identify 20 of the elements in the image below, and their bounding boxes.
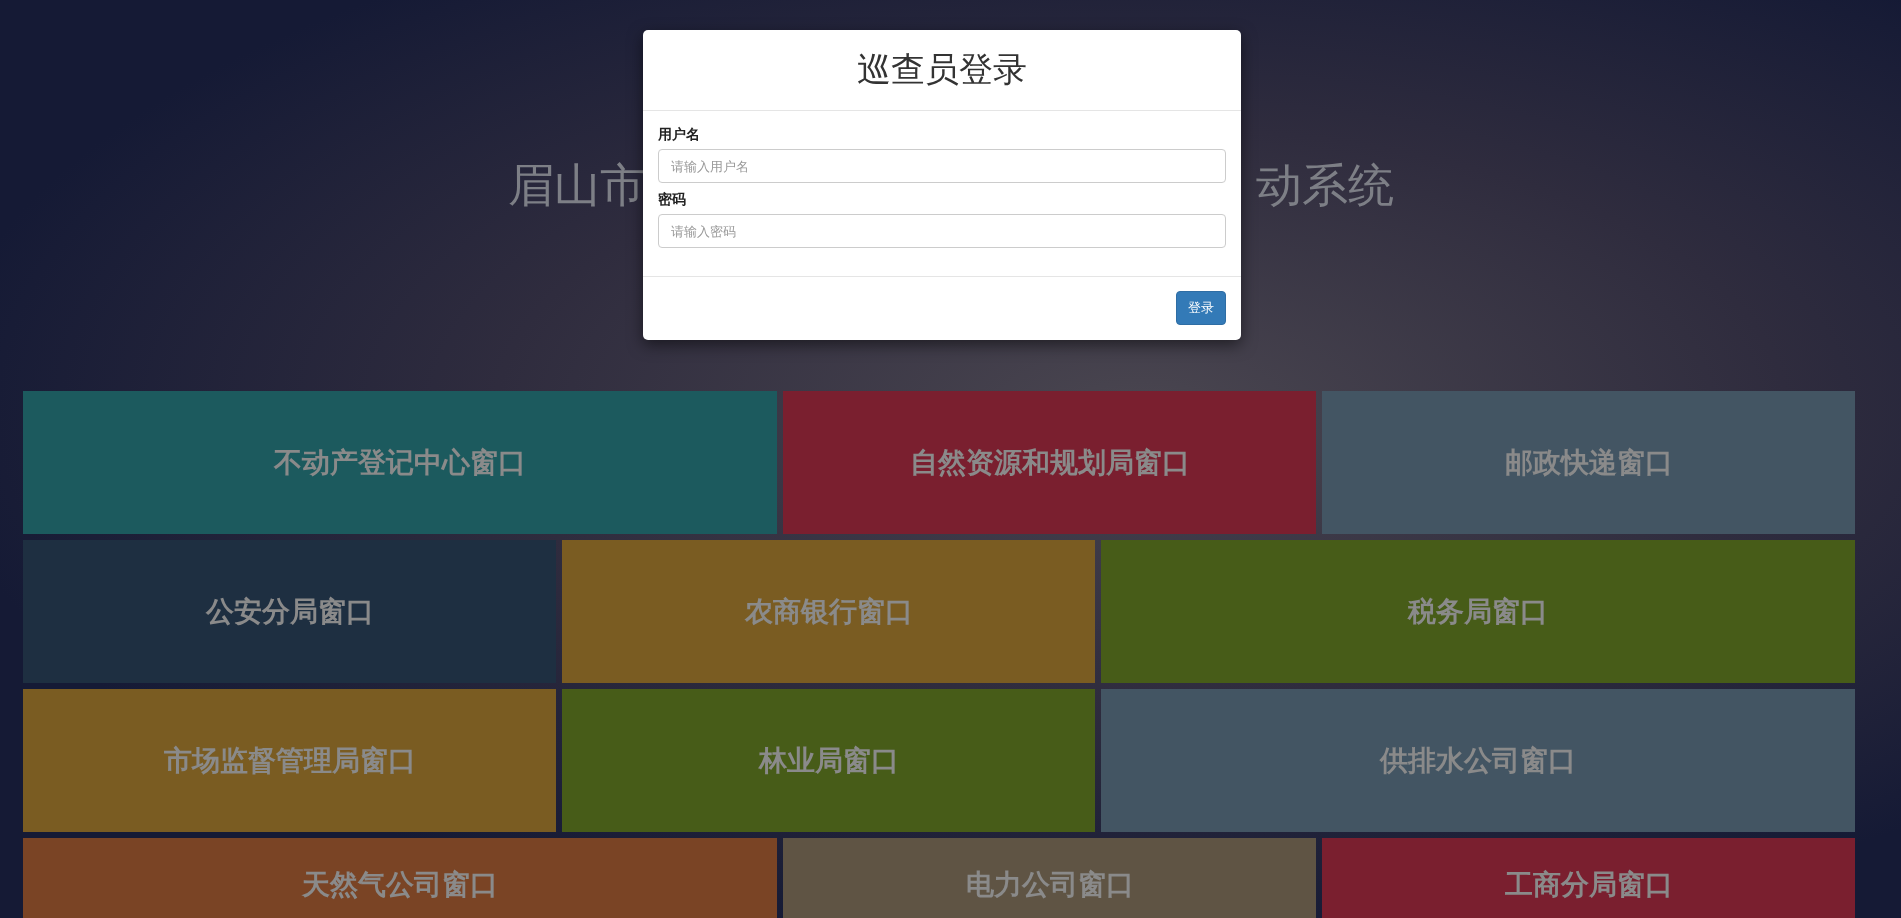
login-button[interactable]: 登录 [1176,291,1226,325]
page-title: 动系统 [1255,157,1394,214]
service-tile[interactable]: 公安分局窗口 [23,540,556,683]
dialog-title: 巡查员登录 [857,48,1027,91]
field-label: 用户名 [658,126,700,144]
service-tile[interactable]: 不动产登记中心窗口 [23,391,777,534]
input-field[interactable]: 请输入用户名 [658,149,1226,183]
page-title: 眉山市 [507,157,646,214]
service-tile[interactable]: 农商银行窗口 [562,540,1095,683]
service-tile[interactable]: 市场监督管理局窗口 [23,689,556,832]
input-field[interactable]: 请输入密码 [658,214,1226,248]
service-tile[interactable]: 林业局窗口 [562,689,1095,832]
service-tile[interactable]: 电力公司窗口 [783,838,1316,918]
service-tile[interactable]: 邮政快递窗口 [1322,391,1855,534]
service-tile[interactable]: 自然资源和规划局窗口 [783,391,1316,534]
field-label: 密码 [658,191,686,209]
service-tile[interactable]: 供排水公司窗口 [1101,689,1855,832]
service-tile[interactable]: 税务局窗口 [1101,540,1855,683]
service-tile[interactable]: 工商分局窗口 [1322,838,1855,918]
service-tile[interactable]: 天然气公司窗口 [23,838,777,918]
